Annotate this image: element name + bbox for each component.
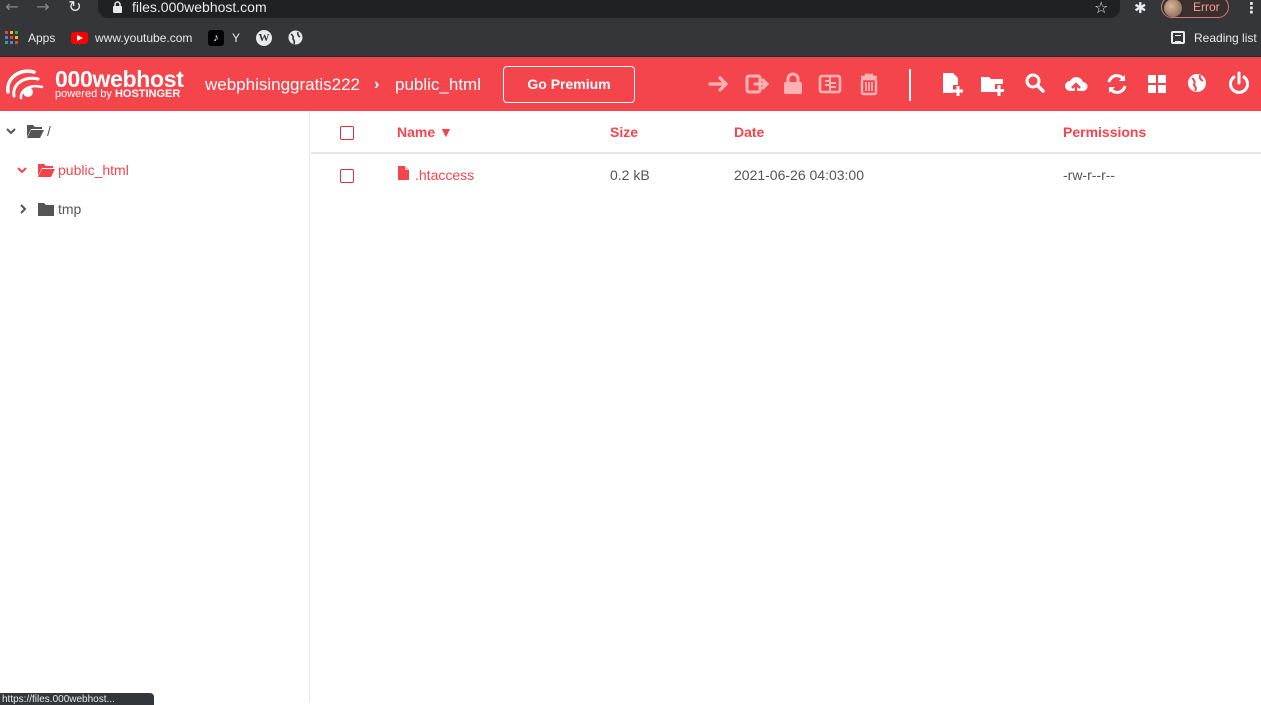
bookmark-tiktok[interactable]: Y: [232, 30, 240, 46]
profile-status: Error: [1193, 0, 1220, 14]
youtube-icon: [71, 32, 88, 44]
file-icon: [398, 166, 409, 180]
globe-icon[interactable]: [288, 30, 303, 45]
archive-icon[interactable]: [817, 71, 843, 97]
tree-item-root[interactable]: /: [0, 121, 300, 145]
column-header-name[interactable]: Name ▼: [397, 124, 453, 140]
power-logout-icon[interactable]: [1226, 71, 1252, 97]
logo-swirl-icon: [6, 69, 44, 100]
folder-open-icon: [38, 164, 55, 177]
lock-icon: [113, 1, 122, 13]
grid-view-icon[interactable]: [1144, 71, 1170, 97]
chevron-down-icon[interactable]: [16, 164, 28, 176]
breadcrumb-current[interactable]: public_html: [395, 75, 481, 95]
bookmark-apps[interactable]: Apps: [28, 30, 55, 46]
profile-button[interactable]: Error: [1161, 0, 1229, 18]
reload-icon[interactable]: ↻: [66, 0, 84, 16]
file-name[interactable]: .htaccess: [415, 167, 474, 183]
folder-icon: [38, 203, 54, 216]
column-header-permissions[interactable]: Permissions: [1063, 124, 1146, 140]
delete-trash-icon[interactable]: [856, 71, 882, 97]
rename-icon[interactable]: [744, 71, 770, 97]
go-premium-button[interactable]: Go Premium: [503, 66, 635, 103]
avatar: [1164, 0, 1182, 17]
column-header-date[interactable]: Date: [734, 124, 764, 140]
app-header: 000webhost powered by HOSTINGER webphisi…: [0, 57, 1261, 111]
tiktok-icon[interactable]: ♪: [208, 30, 224, 46]
apps-grid-icon[interactable]: [5, 31, 18, 44]
chevron-right-icon[interactable]: [17, 203, 29, 215]
link-status-bubble: https://files.000webhost...: [0, 693, 154, 705]
kebab-menu-icon[interactable]: ⋮: [1244, 0, 1259, 17]
move-arrow-icon[interactable]: [707, 71, 733, 97]
tree-item-label: tmp: [58, 201, 82, 217]
file-permissions[interactable]: -rw-r--r--: [1063, 167, 1115, 183]
row-checkbox[interactable]: [340, 169, 354, 183]
reading-list-icon[interactable]: [1171, 31, 1185, 44]
reading-list-button[interactable]: Reading list: [1194, 30, 1257, 46]
breadcrumb-root[interactable]: webphisinggratis222: [205, 75, 360, 95]
file-list: Name ▼ Size Date Permissions .htaccess 0…: [311, 111, 1261, 702]
website-globe-icon[interactable]: [1184, 71, 1210, 97]
file-date: 2021-06-26 04:03:00: [734, 167, 864, 183]
browser-top-bar: ← → ↻ files.000webhost.com ☆ ✱ Error ⋮: [0, 0, 1261, 20]
folder-tree-sidebar: / public_html tmp: [0, 111, 310, 702]
folder-open-icon: [27, 125, 44, 138]
brand-sub-prefix: powered by: [55, 88, 115, 100]
wordpress-icon[interactable]: W: [256, 30, 272, 46]
search-icon[interactable]: [1022, 71, 1048, 97]
url-text[interactable]: files.000webhost.com: [132, 0, 267, 14]
brand-subtitle: powered by HOSTINGER: [55, 88, 180, 100]
column-header-size[interactable]: Size: [610, 124, 638, 140]
chevron-down-icon[interactable]: [5, 125, 17, 137]
forward-arrow-icon[interactable]: →: [34, 0, 52, 16]
back-arrow-icon[interactable]: ←: [3, 0, 21, 16]
breadcrumb-chevron-icon: ›: [374, 76, 380, 93]
table-header: Name ▼ Size Date Permissions: [311, 111, 1261, 154]
table-row[interactable]: .htaccess 0.2 kB 2021-06-26 04:03:00 -rw…: [311, 156, 1261, 194]
file-size: 0.2 kB: [610, 167, 650, 183]
new-folder-icon[interactable]: [979, 71, 1005, 97]
tree-item-public-html[interactable]: public_html: [0, 160, 300, 184]
upload-cloud-icon[interactable]: [1063, 71, 1089, 97]
extensions-puzzle-icon[interactable]: ✱: [1134, 0, 1147, 17]
tree-item-label: /: [47, 123, 51, 139]
brand-sub-strong: HOSTINGER: [114, 88, 181, 100]
select-all-checkbox[interactable]: [340, 126, 354, 140]
toolbar-divider: [909, 69, 911, 101]
permissions-lock-icon[interactable]: [780, 71, 806, 97]
refresh-icon[interactable]: [1104, 71, 1130, 97]
new-file-icon[interactable]: [939, 71, 965, 97]
bookmark-youtube[interactable]: www.youtube.com: [95, 30, 192, 46]
tree-item-tmp[interactable]: tmp: [0, 199, 300, 223]
bookmark-star-icon[interactable]: ☆: [1094, 0, 1108, 17]
tree-item-label: public_html: [58, 162, 129, 178]
